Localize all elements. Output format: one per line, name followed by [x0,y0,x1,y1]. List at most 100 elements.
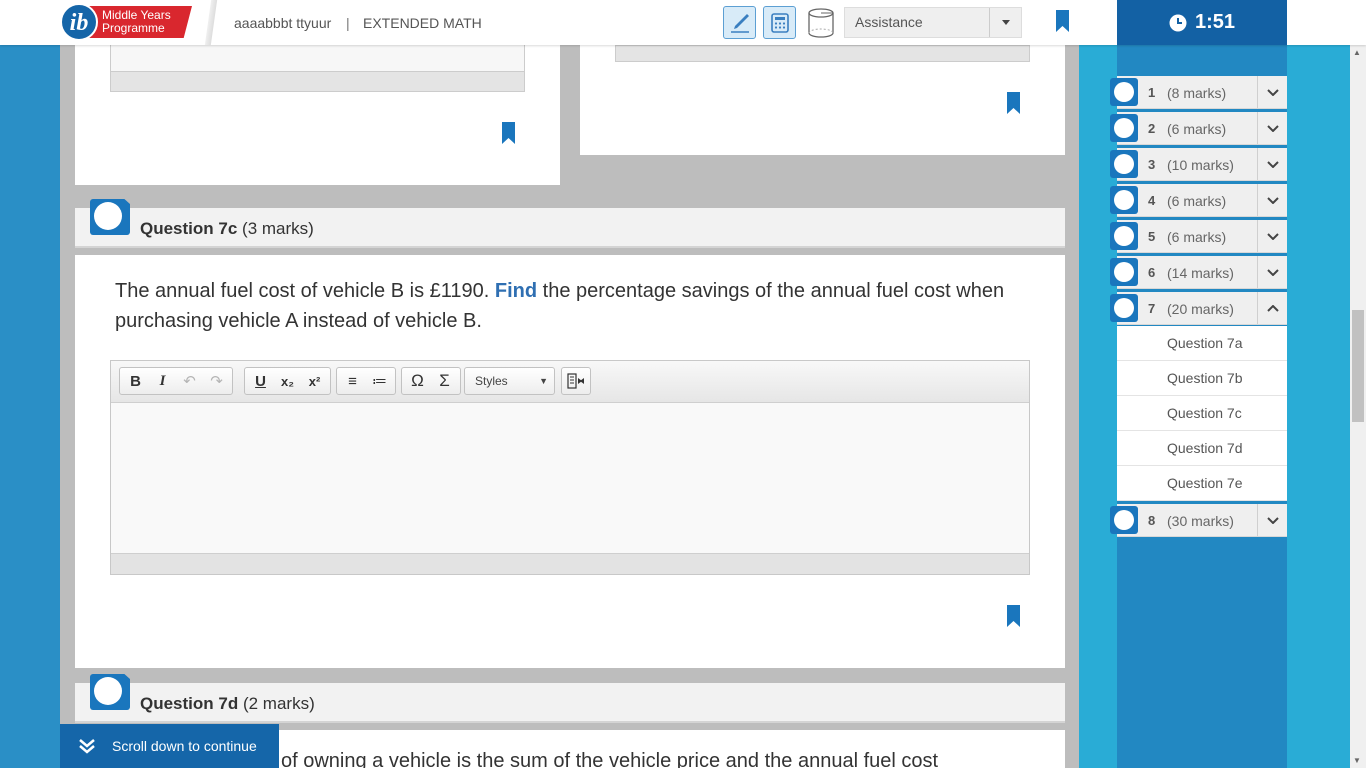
cylinder-icon [807,7,834,38]
nav-subquestion-7d[interactable]: Question 7d [1117,431,1287,466]
format-group: B I ↶ ↷ [119,367,233,395]
scroll-down-button[interactable]: Scroll down to continue [60,724,279,768]
nav-question-marks: (10 marks) [1167,157,1234,173]
status-circle-icon [1110,222,1138,250]
scrollbar-thumb[interactable] [1352,310,1364,422]
scroll-up-arrow-icon[interactable]: ▲ [1353,48,1361,57]
redo-button[interactable]: ↷ [203,369,230,393]
subscript-button[interactable]: x₂ [274,369,301,393]
logo-banner: Middle Years Programme [88,6,192,38]
nav-question-3[interactable]: 3 (10 marks) [1110,148,1287,181]
nav-question-marks: (6 marks) [1167,121,1227,137]
nav-subquestion-7a[interactable]: Question 7a [1117,326,1287,361]
nav-question-number: 1 [1148,85,1156,100]
chevron-down-icon[interactable] [1257,112,1287,144]
editor-toolbar: B I ↶ ↷ U x₂ x² ≡ ≔ Ω Σ Styles ▼ [111,361,1029,403]
nav-question-marks: (6 marks) [1167,229,1227,245]
question-marks: (3 marks) [242,219,314,238]
logo-line-2: Programme [102,21,165,35]
nav-question-marks: (8 marks) [1167,85,1227,101]
clock-icon [1169,14,1187,31]
chevron-up-icon[interactable] [1257,292,1287,324]
top-bar: Middle Years Programme ib aaaabbbt ttyuu… [0,0,1366,45]
nav-question-1[interactable]: 1 (8 marks) [1110,76,1287,109]
answered-status-icon[interactable] [90,674,130,710]
answered-status-icon[interactable] [90,199,130,235]
answer-input[interactable] [111,403,1029,554]
chevron-down-icon[interactable] [1257,148,1287,180]
nav-question-number: 7 [1148,301,1156,316]
insert-group: Ω Σ [401,367,461,395]
highlighter-icon [730,13,749,33]
question-7c-header: Question 7c (3 marks) [75,199,1065,248]
underline-button[interactable]: U [247,369,274,393]
highlighter-button[interactable] [723,6,756,39]
bookmark-button[interactable] [1056,10,1069,37]
nav-question-number: 4 [1148,193,1156,208]
scroll-down-arrow-icon[interactable]: ▼ [1353,756,1361,765]
italic-button[interactable]: I [149,369,176,393]
question-7d-header: Question 7d (2 marks) [75,674,1065,723]
nav-question-marks: (6 marks) [1167,193,1227,209]
nav-question-6[interactable]: 6 (14 marks) [1110,256,1287,289]
bookmark-button[interactable] [1007,605,1020,632]
script-group: U x₂ x² [244,367,331,395]
special-character-button[interactable]: Ω [404,369,431,393]
question-text-part: The annual fuel cost of vehicle B is £11… [115,280,495,302]
bookmark-button[interactable] [1007,92,1020,119]
source-group [561,367,591,395]
status-circle-icon [1110,150,1138,178]
undo-button[interactable]: ↶ [176,369,203,393]
command-term: Find [494,280,538,302]
nav-question-8[interactable]: 8 (30 marks) [1110,504,1287,537]
nav-question-number: 3 [1148,157,1156,172]
bookmark-icon [502,122,515,144]
chevron-down-icon[interactable] [1257,184,1287,216]
nav-question-marks: (14 marks) [1167,265,1234,281]
bookmark-button[interactable] [502,122,515,149]
nav-question-2[interactable]: 2 (6 marks) [1110,112,1287,145]
status-circle-icon [1110,294,1138,322]
timer: 1:51 [1117,0,1287,45]
candidate-name: aaaabbbt ttyuur [234,15,332,31]
nav-question-number: 5 [1148,229,1156,244]
question-7d-text: of owning a vehicle is the sum of the ve… [281,750,939,768]
assistance-label: Assistance [855,14,923,30]
status-circle-icon [1110,114,1138,142]
chevron-down-icon[interactable] [1257,256,1287,288]
calculator-button[interactable] [763,6,796,39]
nav-question-number: 6 [1148,265,1156,280]
nav-question-5[interactable]: 5 (6 marks) [1110,220,1287,253]
numbered-list-button[interactable]: ≡ [339,369,366,393]
source-toggle-icon[interactable] [567,373,585,389]
header-separator: | [346,15,350,31]
chevron-down-icon[interactable] [1257,76,1287,108]
nav-subquestion-7b[interactable]: Question 7b [1117,361,1287,396]
bold-button[interactable]: B [122,369,149,393]
ib-logo: Middle Years Programme ib [60,2,192,42]
superscript-button[interactable]: x² [301,369,328,393]
bulleted-list-button[interactable]: ≔ [366,369,393,393]
math-equation-button[interactable]: Σ [431,369,458,393]
page-scrollbar[interactable]: ▲ ▼ [1350,45,1366,768]
chevron-down-icon[interactable] [1257,220,1287,252]
scroll-down-label: Scroll down to continue [112,738,257,754]
nav-subquestion-7c[interactable]: Question 7c [1117,396,1287,431]
assistance-dropdown[interactable]: Assistance [844,7,1022,38]
chevron-down-icon[interactable] [1257,504,1287,536]
formula-cylinder-button[interactable] [804,6,837,39]
question-7c-title: Question 7c (3 marks) [140,219,314,239]
styles-dropdown[interactable]: Styles ▼ [464,367,555,395]
question-7d-title: Question 7d (2 marks) [140,694,315,714]
styles-label: Styles [475,374,508,388]
bookmark-icon [1007,92,1020,114]
nav-subquestion-7e[interactable]: Question 7e [1117,466,1287,501]
question-7c-text: The annual fuel cost of vehicle B is £11… [115,276,1035,336]
nav-question-4[interactable]: 4 (6 marks) [1110,184,1287,217]
question-7c-panel: The annual fuel cost of vehicle B is £11… [75,255,1065,668]
subject-title: EXTENDED MATH [363,15,482,31]
nav-question-7[interactable]: 7 (20 marks) [1110,292,1287,325]
status-circle-icon [1110,78,1138,106]
status-circle-icon [1110,258,1138,286]
nav-question-number: 2 [1148,121,1156,136]
